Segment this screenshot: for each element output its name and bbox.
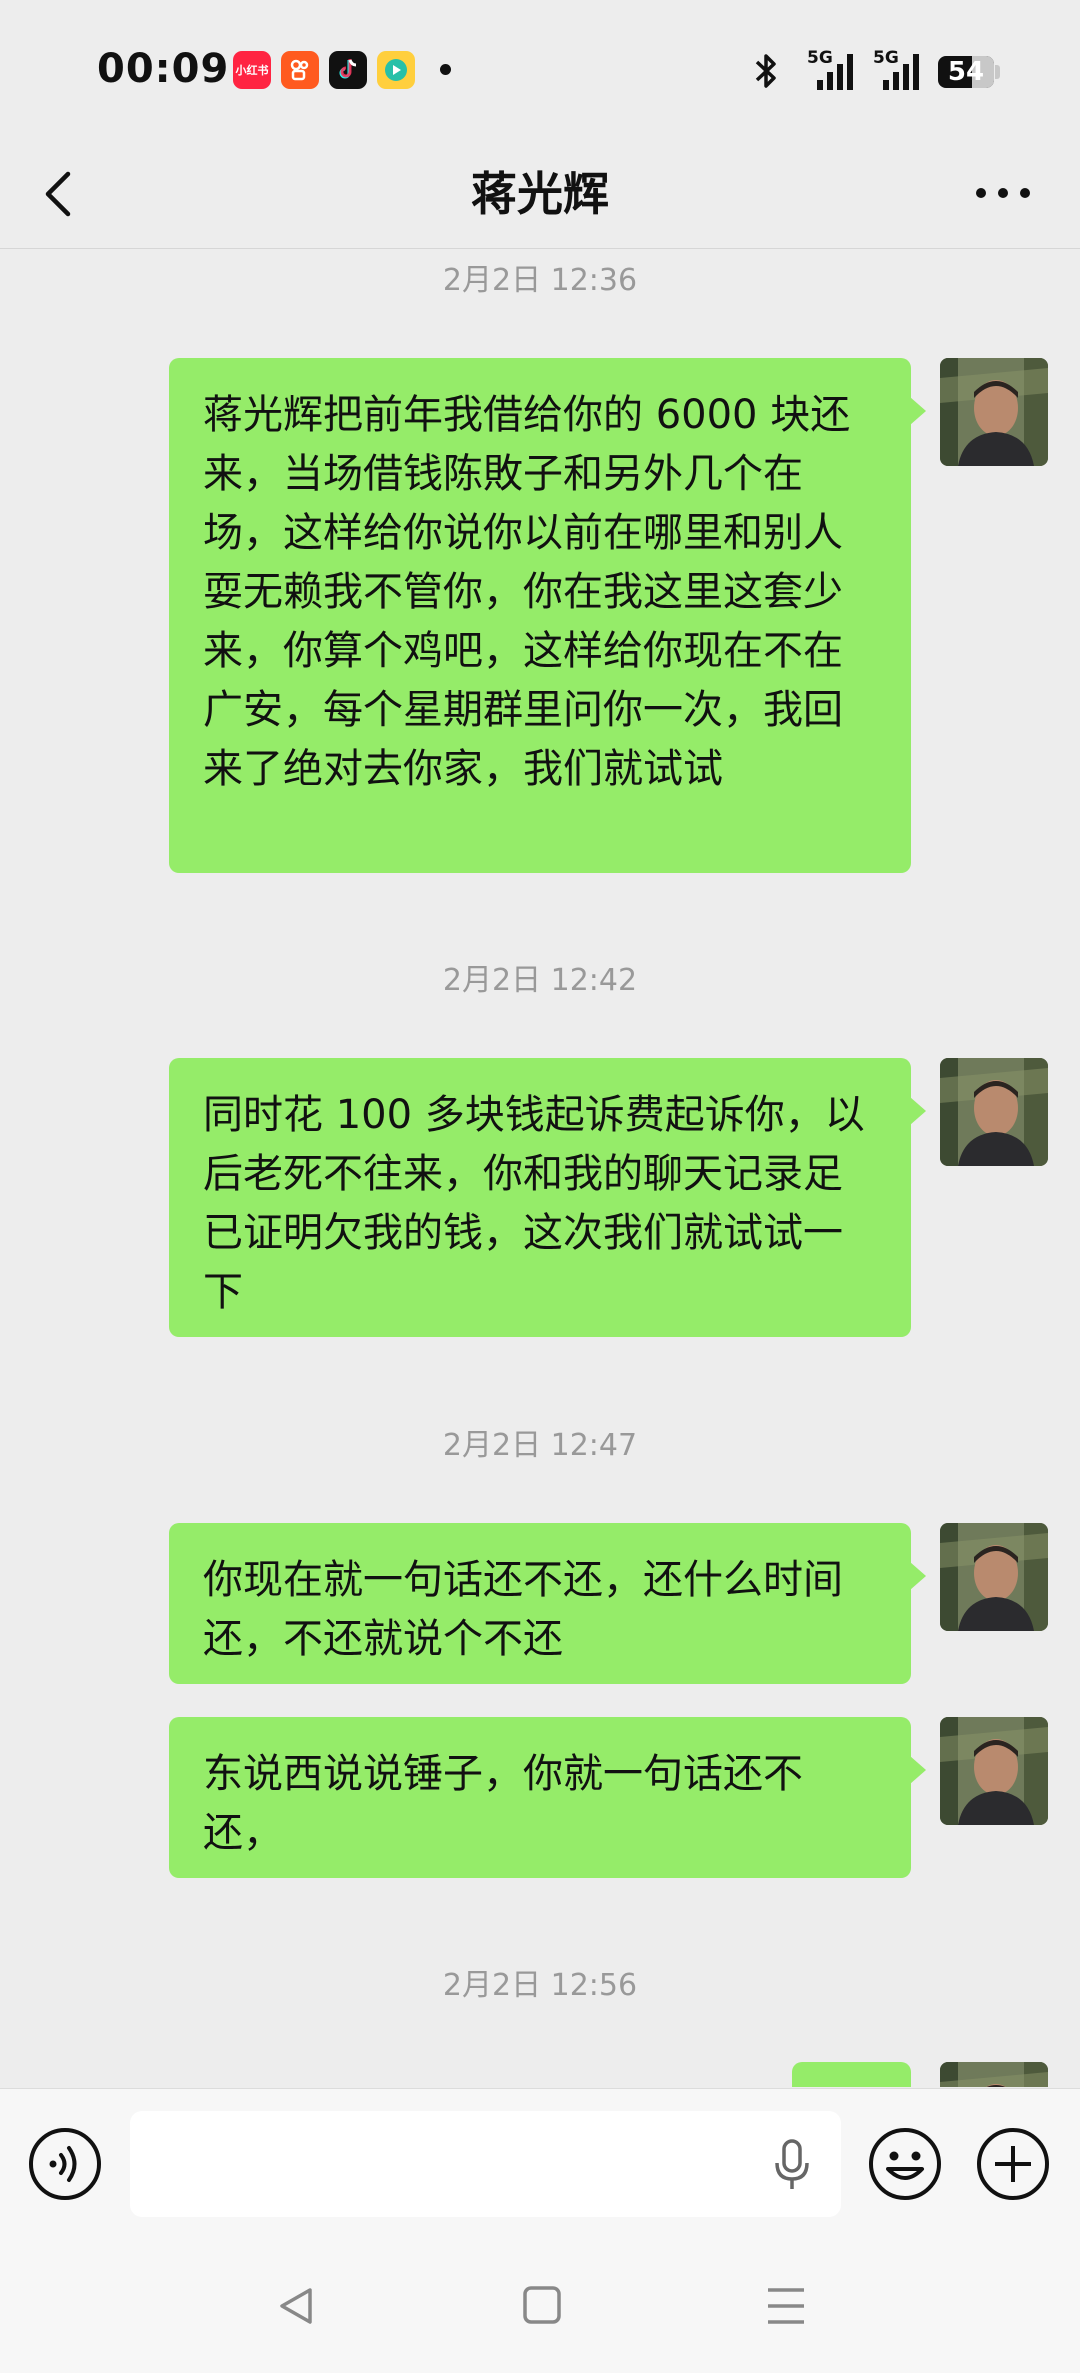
xiaohongshu-icon-label: 小红书	[235, 64, 269, 77]
signal-icon-2	[883, 54, 919, 90]
avatar-photo	[940, 358, 1048, 466]
message-bubble[interactable]: 蒋光辉把前年我借给你的 6000 块还来，当场借钱陈敗子和另外几个在场，这样给你…	[169, 358, 926, 873]
chat-header: 蒋光辉	[0, 140, 1080, 249]
nav-back-icon[interactable]	[274, 2284, 318, 2328]
microphone-icon[interactable]	[772, 2137, 812, 2193]
message-bubble[interactable]	[792, 2062, 911, 2087]
kuaishou-icon	[281, 51, 319, 89]
avatar-photo	[940, 2062, 1048, 2087]
voice-input-button[interactable]	[28, 2127, 102, 2201]
timestamp: 2月2日 12:56	[442, 1968, 638, 2003]
avatar-photo	[940, 1717, 1048, 1825]
battery-icon: 54	[938, 56, 994, 88]
video-app-icon	[377, 51, 415, 89]
bluetooth-icon	[755, 54, 776, 88]
avatar[interactable]	[940, 1523, 1048, 1631]
add-attachment-button[interactable]	[976, 2127, 1050, 2201]
page-title: 蒋光辉	[471, 167, 609, 221]
signal-icon-1	[817, 54, 853, 90]
emoji-button[interactable]	[868, 2127, 942, 2201]
avatar-photo	[940, 1058, 1048, 1166]
message-bubble[interactable]: 同时花 100 多块钱起诉费起诉你，以后老死不往来，你和我的聊天记录足已证明欠我…	[169, 1058, 926, 1337]
timestamp: 2月2日 12:36	[442, 263, 638, 298]
avatar[interactable]	[940, 1717, 1048, 1825]
nav-home-icon[interactable]	[522, 2285, 562, 2325]
xiaohongshu-icon: 小红书	[233, 51, 271, 89]
avatar[interactable]	[940, 2062, 1048, 2087]
timestamp: 2月2日 12:42	[442, 963, 638, 998]
message-input[interactable]	[130, 2111, 841, 2217]
more-options-button[interactable]	[975, 178, 1031, 208]
system-nav-bar	[0, 2238, 1080, 2373]
status-bar: 00:09 小红书 5G 5G 54	[0, 0, 1080, 140]
douyin-icon	[329, 51, 367, 89]
avatar[interactable]	[940, 1058, 1048, 1166]
status-time: 00:09	[97, 46, 230, 92]
message-bubble[interactable]: 你现在就一句话还不还，还什么时间还，不还就说个不还	[169, 1523, 926, 1684]
timestamp: 2月2日 12:47	[442, 1428, 638, 1463]
avatar-photo	[940, 1523, 1048, 1631]
message-bubble[interactable]: 东说西说说锤子，你就一句话还不还，	[169, 1717, 926, 1878]
chat-message-list[interactable]: 2月2日 12:36 蒋光辉把前年我借给你的 6000 块还来，当场借钱陈敗子和…	[0, 249, 1080, 2087]
back-button[interactable]	[40, 164, 80, 224]
nav-menu-icon[interactable]	[766, 2286, 806, 2326]
avatar[interactable]	[940, 358, 1048, 466]
notification-dot	[440, 64, 451, 75]
battery-tip	[995, 65, 1000, 79]
input-bar	[0, 2088, 1080, 2239]
battery-level: 54	[947, 57, 985, 87]
